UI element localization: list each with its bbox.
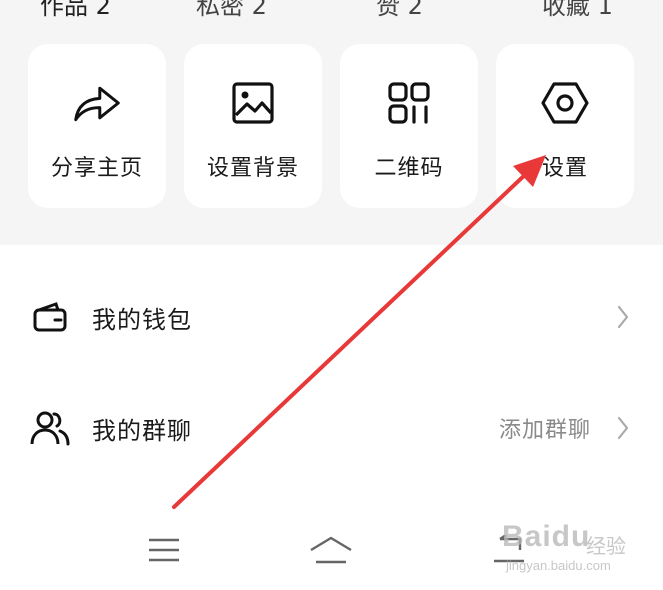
tab-likes[interactable]: 赞 2 [376,0,423,21]
settings-icon [540,78,590,128]
people-icon [30,408,70,448]
my-wallet-label: 我的钱包 [92,305,192,334]
chevron-right-icon [613,413,633,443]
tab-private[interactable]: 私密 2 [196,0,267,21]
my-wallet-row[interactable]: 我的钱包 [0,282,663,352]
image-icon [228,78,278,128]
share-profile-button[interactable]: 分享主页 [28,44,166,208]
wallet-icon [30,297,70,337]
share-profile-label: 分享主页 [50,156,143,181]
settings-label: 设置 [541,156,588,181]
qr-code-button[interactable]: 二维码 [340,44,478,208]
tab-favorites[interactable]: 收藏 1 [542,0,613,21]
qr-code-icon [384,78,434,128]
quick-actions-panel: 作品 2 私密 2 赞 2 收藏 1 分享主页 设置背景 二维码 设置 [0,0,663,245]
my-groups-label: 我的群聊 [92,416,192,445]
chevron-right-icon [613,302,633,332]
my-groups-row[interactable]: 我的群聊 添加群聊 [0,393,663,463]
set-background-button[interactable]: 设置背景 [184,44,322,208]
share-icon [72,78,122,128]
menu-icon[interactable] [139,530,189,570]
profile-tabs: 作品 2 私密 2 赞 2 收藏 1 [0,0,663,20]
settings-button[interactable]: 设置 [496,44,634,208]
qr-code-label: 二维码 [374,156,444,181]
home-icon[interactable] [306,530,356,570]
set-background-label: 设置背景 [206,156,299,181]
back-icon[interactable] [484,530,534,570]
tab-works[interactable]: 作品 2 [40,0,111,21]
add-group-link[interactable]: 添加群聊 [499,412,591,444]
system-navigation-bar [0,512,663,590]
